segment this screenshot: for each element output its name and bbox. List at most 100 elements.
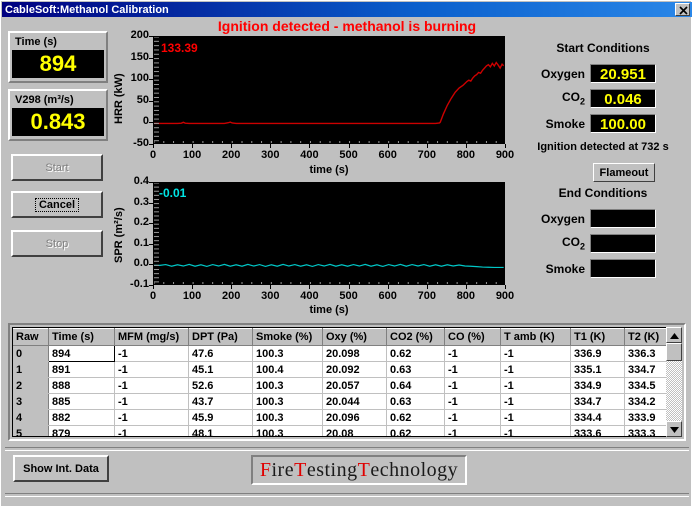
table-cell[interactable]: -1 [501, 410, 571, 426]
table-cell[interactable]: 100.3 [253, 394, 323, 410]
table-row-index-cell[interactable]: 4 [13, 410, 49, 426]
table-cell[interactable]: 333.6 [571, 426, 625, 438]
stop-button-label: Stop [46, 238, 69, 250]
x-tick-label: 800 [446, 149, 486, 161]
table-cell[interactable]: 52.6 [189, 378, 253, 394]
table-cell[interactable]: 882 [49, 410, 115, 426]
show-int-data-button[interactable]: Show Int. Data [13, 455, 109, 482]
table-cell[interactable]: 20.098 [323, 346, 387, 362]
flameout-button[interactable]: Flameout [593, 163, 655, 182]
scroll-up-button[interactable] [666, 327, 682, 343]
table-cell[interactable]: -1 [115, 410, 189, 426]
table-cell[interactable]: 0.63 [387, 362, 445, 378]
table-column-header[interactable]: CO (%) [445, 329, 501, 346]
time-readout: Time (s) 894 [8, 31, 108, 83]
table-column-header[interactable]: Raw [13, 329, 49, 346]
table-cell[interactable]: 100.3 [253, 346, 323, 362]
table-cell[interactable]: 336.9 [571, 346, 625, 362]
scrollbar-thumb[interactable] [666, 343, 682, 361]
table-column-header[interactable]: Time (s) [49, 329, 115, 346]
table-cell[interactable]: 20.092 [323, 362, 387, 378]
y-tick-label: 100 [113, 72, 149, 84]
table-cell[interactable]: 20.096 [323, 410, 387, 426]
table-cell[interactable]: -1 [501, 378, 571, 394]
close-button[interactable] [675, 3, 690, 16]
table-cell[interactable]: -1 [445, 410, 501, 426]
table-cell[interactable]: 335.1 [571, 362, 625, 378]
table-cell[interactable]: -1 [445, 346, 501, 362]
table-cell[interactable]: 894 [49, 346, 115, 362]
x-tick-mark [505, 144, 506, 148]
table-cell[interactable]: 334.9 [571, 378, 625, 394]
table-cell[interactable]: -1 [115, 426, 189, 438]
table-cell[interactable]: -1 [445, 362, 501, 378]
table-row[interactable]: 1891-145.1100.420.0920.63-1-1335.1334.7-… [13, 362, 682, 378]
table-vertical-scrollbar[interactable] [666, 327, 682, 437]
table-cell[interactable]: 48.1 [189, 426, 253, 438]
table-cell[interactable]: -1 [501, 346, 571, 362]
table-row-index-cell[interactable]: 3 [13, 394, 49, 410]
table-cell[interactable]: 0.62 [387, 346, 445, 362]
table-row-index-cell[interactable]: 5 [13, 426, 49, 438]
cancel-button[interactable]: Cancel [11, 191, 103, 218]
table-column-header[interactable]: Smoke (%) [253, 329, 323, 346]
table-cell[interactable]: 43.7 [189, 394, 253, 410]
table-cell[interactable]: 888 [49, 378, 115, 394]
end-conditions-title: End Conditions [523, 186, 683, 200]
table-cell[interactable]: -1 [445, 426, 501, 438]
table-cell[interactable]: -1 [115, 362, 189, 378]
table-row-index-cell[interactable]: 1 [13, 362, 49, 378]
table-column-header[interactable]: T1 (K) [571, 329, 625, 346]
table-row-index-cell[interactable]: 2 [13, 378, 49, 394]
hrr-plot-area [153, 36, 505, 144]
table-cell[interactable]: 100.4 [253, 362, 323, 378]
table-cell[interactable]: 20.044 [323, 394, 387, 410]
scrollbar-track[interactable] [666, 343, 682, 421]
table-cell[interactable]: -1 [445, 394, 501, 410]
table-row[interactable]: 2888-152.6100.320.0570.64-1-1334.9334.5-… [13, 378, 682, 394]
scroll-down-icon [670, 427, 679, 433]
table-cell[interactable]: -1 [115, 394, 189, 410]
table-cell[interactable]: 20.08 [323, 426, 387, 438]
table-cell[interactable]: 47.6 [189, 346, 253, 362]
data-grid[interactable]: RawTime (s)MFM (mg/s)DPT (Pa)Smoke (%)Ox… [12, 327, 682, 437]
table-cell[interactable]: 885 [49, 394, 115, 410]
spr-chart: SPR (m²/s) -0.10.00.10.20.30.4 -0.01 010… [113, 176, 513, 316]
table-column-header[interactable]: CO2 (%) [387, 329, 445, 346]
scroll-down-button[interactable] [666, 421, 682, 437]
table-cell[interactable]: -1 [501, 362, 571, 378]
table-row[interactable]: 4882-145.9100.320.0960.62-1-1334.4333.9-… [13, 410, 682, 426]
table-cell[interactable]: 100.3 [253, 426, 323, 438]
table-column-header[interactable]: MFM (mg/s) [115, 329, 189, 346]
table-row[interactable]: 5879-148.1100.320.080.62-1-1333.6333.3-1 [13, 426, 682, 438]
table-cell[interactable]: 20.057 [323, 378, 387, 394]
logo-part-1: ire [272, 459, 295, 482]
stop-button[interactable]: Stop [11, 230, 103, 257]
table-cell[interactable]: 891 [49, 362, 115, 378]
table-cell[interactable]: 0.62 [387, 426, 445, 438]
table-cell[interactable]: -1 [501, 426, 571, 438]
table-cell[interactable]: 45.1 [189, 362, 253, 378]
table-column-header[interactable]: Oxy (%) [323, 329, 387, 346]
table-cell[interactable]: 100.3 [253, 378, 323, 394]
table-cell[interactable]: 0.63 [387, 394, 445, 410]
table-cell[interactable]: 0.62 [387, 410, 445, 426]
table-column-header[interactable]: T amb (K) [501, 329, 571, 346]
table-cell[interactable]: -1 [115, 346, 189, 362]
table-cell[interactable]: 0.64 [387, 378, 445, 394]
table-cell[interactable]: 100.3 [253, 410, 323, 426]
table-row-index-cell[interactable]: 0 [13, 346, 49, 362]
table-row[interactable]: 3885-143.7100.320.0440.63-1-1334.7334.2-… [13, 394, 682, 410]
table-cell[interactable]: 879 [49, 426, 115, 438]
y-tick-label: 200 [113, 29, 149, 41]
table-cell[interactable]: 334.7 [571, 394, 625, 410]
table-cell[interactable]: 45.9 [189, 410, 253, 426]
table-cell[interactable]: 334.4 [571, 410, 625, 426]
table-cell[interactable]: -1 [445, 378, 501, 394]
start-button[interactable]: Start [11, 154, 103, 181]
x-tick-label: 100 [172, 149, 212, 161]
table-column-header[interactable]: DPT (Pa) [189, 329, 253, 346]
table-row[interactable]: 0894-147.6100.320.0980.62-1-1336.9336.3-… [13, 346, 682, 362]
table-cell[interactable]: -1 [501, 394, 571, 410]
table-cell[interactable]: -1 [115, 378, 189, 394]
